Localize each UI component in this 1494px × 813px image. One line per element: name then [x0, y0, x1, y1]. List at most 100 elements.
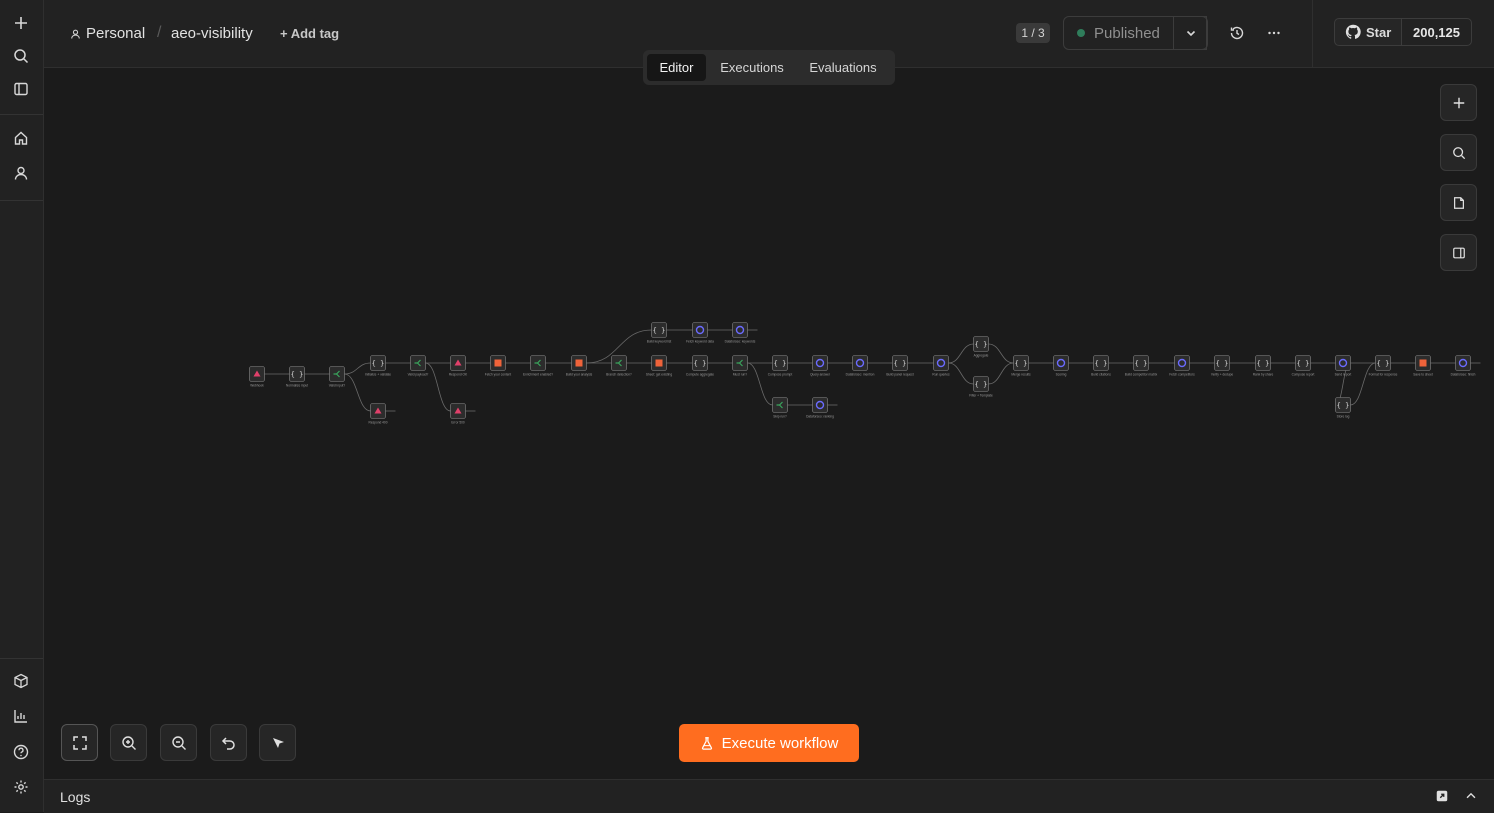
code-node-icon: { } — [975, 341, 988, 349]
workflow-node[interactable]: { } Build panel request — [886, 355, 914, 377]
workflow-canvas[interactable]: Webhook { } Normalize input Valid input? { }… — [44, 68, 1494, 778]
workflow-node[interactable]: { } Initialize + validate — [365, 355, 391, 377]
toggle-panel-button[interactable] — [1440, 234, 1477, 271]
workflow-node[interactable]: Skip run? — [772, 397, 788, 419]
node-box[interactable] — [1335, 355, 1351, 371]
logs-label: Logs — [60, 789, 91, 805]
add-node-button[interactable] — [1440, 84, 1477, 121]
workflow-node[interactable]: Run queries — [932, 355, 950, 377]
node-label: Error 500 — [451, 421, 465, 425]
node-box[interactable] — [1174, 355, 1190, 371]
node-box[interactable] — [852, 355, 868, 371]
zoom-in-button[interactable] — [110, 724, 147, 761]
workflow-node[interactable]: Error 500 — [450, 403, 466, 425]
search-icon[interactable] — [11, 46, 31, 66]
node-label: Webhook — [250, 384, 264, 388]
workflow-node[interactable]: Build your analysis — [566, 355, 593, 377]
breadcrumb-project[interactable]: Personal — [70, 25, 145, 42]
workflow-node[interactable]: { } Store log — [1335, 397, 1351, 419]
workflow-node[interactable]: { } Filter + Template — [969, 376, 993, 398]
zoom-out-button[interactable] — [160, 724, 197, 761]
workflow-node[interactable]: Dataforseo: ranking — [806, 397, 834, 419]
workflow-node[interactable]: Branch detection? — [606, 355, 632, 377]
workflow-node[interactable]: { } Build keyword list — [647, 322, 672, 344]
node-box[interactable] — [732, 322, 748, 338]
workflow-node[interactable]: Sheet: get existing — [646, 355, 672, 377]
help-icon[interactable] — [11, 742, 31, 762]
node-label: Dataforseo: ranking — [806, 415, 834, 419]
history-icon[interactable] — [1227, 23, 1247, 43]
workflow-node[interactable]: Query answer — [810, 355, 831, 377]
tab-evaluations[interactable]: Evaluations — [800, 54, 886, 81]
workflow-node[interactable]: Enrichment enabled? — [523, 355, 553, 377]
popout-icon[interactable] — [1435, 789, 1449, 803]
workflow-node[interactable]: { } Rank by share — [1253, 355, 1274, 377]
tab-editor[interactable]: Editor — [647, 54, 706, 81]
workflow-node[interactable]: { } Compose report — [1292, 355, 1315, 377]
cube-icon[interactable] — [11, 671, 31, 691]
connection-line — [1350, 362, 1376, 406]
home-icon[interactable] — [11, 128, 31, 148]
workflow-node[interactable]: { } Merge results — [1011, 355, 1031, 377]
node-box[interactable] — [1053, 355, 1069, 371]
workflow-node[interactable]: Valid input? — [329, 366, 346, 388]
workflow-node[interactable]: { } Verify + dedupe — [1211, 355, 1233, 377]
workflow-node[interactable]: Dataforseo: keywords — [725, 322, 756, 344]
sheet-node-icon — [1419, 359, 1427, 367]
node-box[interactable] — [812, 355, 828, 371]
workflow-node[interactable]: { } Format for response — [1369, 355, 1398, 377]
sticky-note-button[interactable] — [1440, 184, 1477, 221]
node-label: Skip run? — [773, 415, 787, 419]
panel-icon[interactable] — [11, 79, 31, 99]
github-star-count[interactable]: 200,125 — [1401, 18, 1472, 46]
workflow-node[interactable]: { } Compute aggregate — [686, 355, 714, 377]
workflow-node[interactable]: Respond 400 — [369, 403, 388, 425]
undo-icon — [221, 736, 235, 750]
workflow-node[interactable]: { } Build competitor matrix — [1125, 355, 1158, 377]
execute-workflow-button[interactable]: Execute workflow — [679, 724, 859, 762]
node-box[interactable] — [812, 397, 828, 413]
node-box[interactable] — [933, 355, 949, 371]
workflow-node[interactable]: Dataforseo: mention — [846, 355, 875, 377]
user-icon — [70, 28, 81, 40]
workflow-node[interactable]: { } Aggregate — [973, 336, 989, 358]
workflow-node[interactable]: { } Compose prompt — [768, 355, 793, 377]
undo-button[interactable] — [210, 724, 247, 761]
node-label: Build panel request — [886, 373, 913, 377]
workflow-node[interactable]: Fetch keyword data — [686, 322, 714, 344]
workflow-node[interactable]: { } Normalize input — [286, 366, 308, 388]
user-icon[interactable] — [11, 163, 31, 183]
workflow-node[interactable]: Respond OK — [449, 355, 468, 377]
add-tag-button[interactable]: + Add tag — [280, 26, 339, 41]
node-box[interactable] — [692, 322, 708, 338]
workflow-node[interactable]: Scoring — [1053, 355, 1069, 377]
tidy-up-button[interactable] — [259, 724, 296, 761]
logs-panel-bar[interactable]: Logs — [44, 779, 1494, 813]
settings-icon[interactable] — [11, 777, 31, 797]
chart-icon[interactable] — [11, 706, 31, 726]
plus-icon[interactable] — [11, 13, 31, 33]
workflow-node[interactable]: Must run? — [732, 355, 748, 377]
fit-view-button[interactable] — [61, 724, 98, 761]
chevron-up-icon[interactable] — [1464, 789, 1478, 803]
publish-dropdown-button[interactable] — [1173, 16, 1208, 50]
workflow-node[interactable]: Save to sheet — [1413, 355, 1433, 377]
more-options-icon[interactable] — [1264, 23, 1284, 43]
code-node-icon: { } — [1337, 402, 1350, 410]
node-label: Compose prompt — [768, 373, 793, 377]
github-star-button[interactable]: Star — [1334, 18, 1402, 46]
tab-executions[interactable]: Executions — [712, 54, 792, 81]
node-label: Verify + dedupe — [1211, 373, 1233, 377]
node-label: Build your analysis — [566, 373, 593, 377]
search-nodes-button[interactable] — [1440, 134, 1477, 171]
workflow-node[interactable]: Webhook — [249, 366, 265, 388]
workflow-node[interactable]: Dataforseo: finish — [1451, 355, 1476, 377]
code-node-icon: { } — [975, 381, 988, 389]
workflow-name[interactable]: aeo-visibility — [171, 25, 253, 42]
workflow-node[interactable]: Valid payload? — [408, 355, 429, 377]
workflow-node[interactable]: Fetch competitors — [1169, 355, 1195, 377]
workflow-node[interactable]: Send report — [1335, 355, 1352, 377]
workflow-node[interactable]: { } Build citations — [1091, 355, 1111, 377]
workflow-node[interactable]: Fetch your content — [485, 355, 512, 377]
node-box[interactable] — [1455, 355, 1471, 371]
